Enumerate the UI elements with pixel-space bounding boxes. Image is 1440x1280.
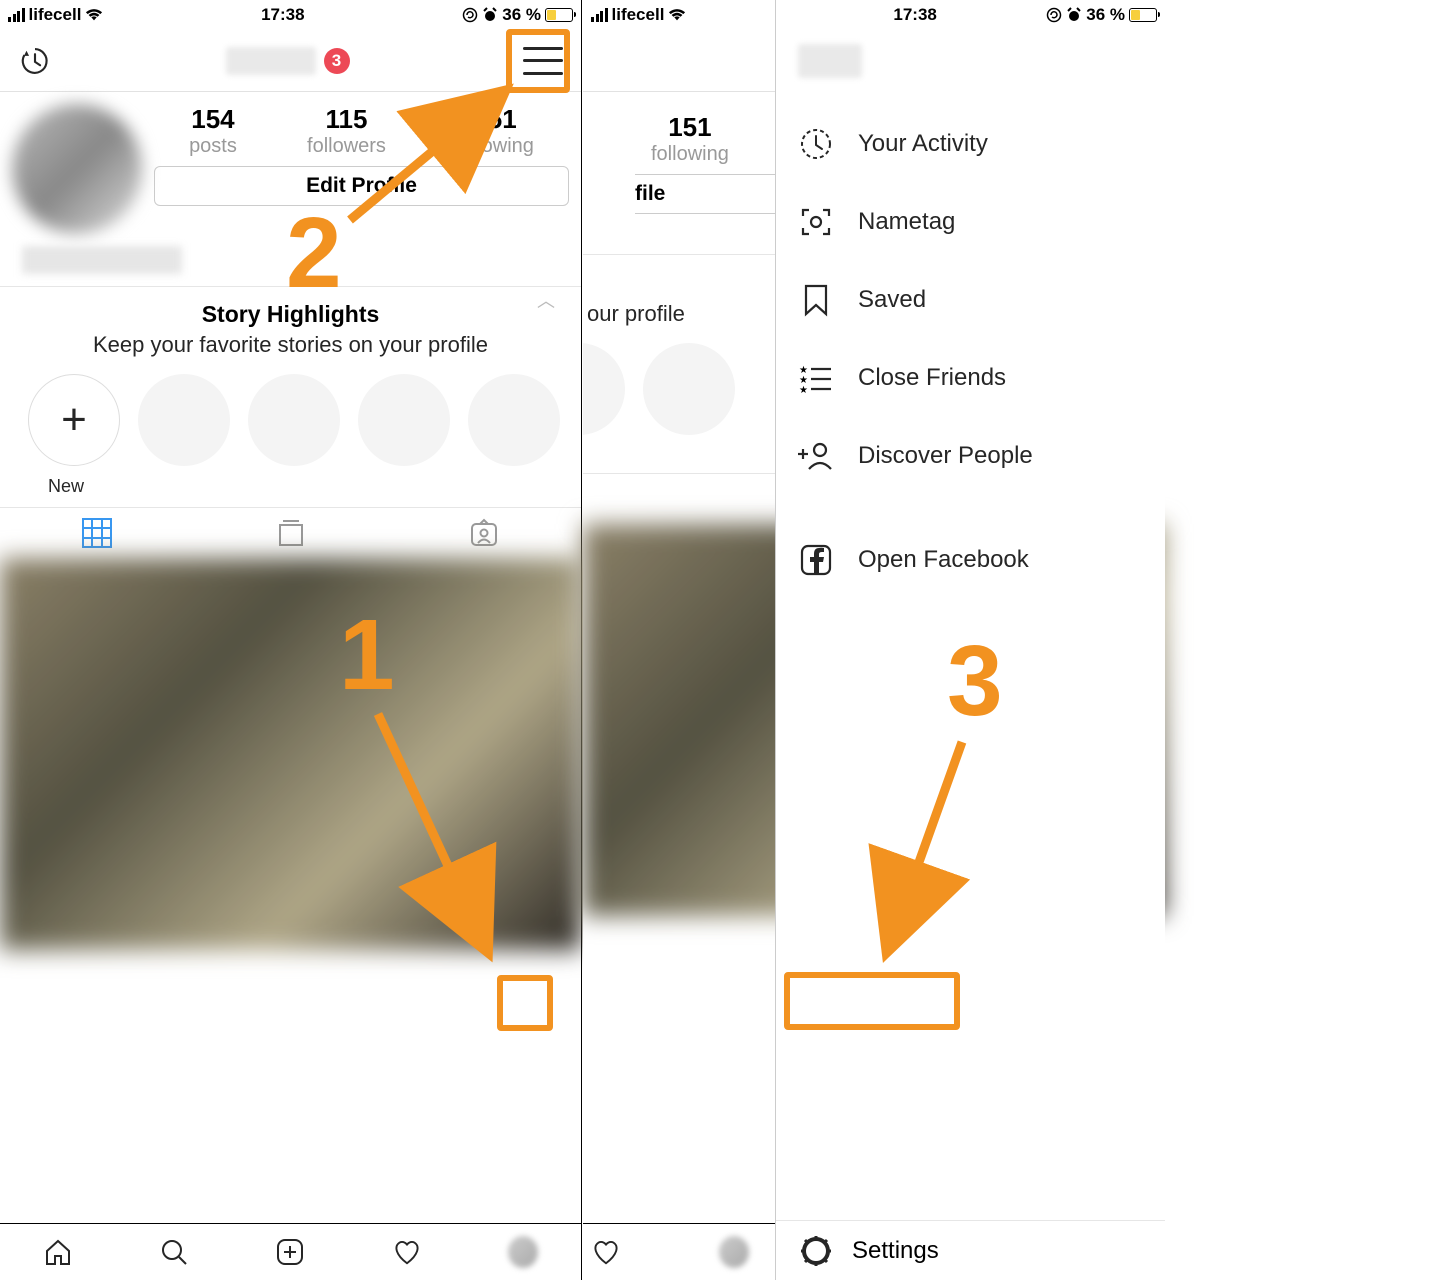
- clock-label: 17:38: [893, 5, 936, 25]
- saved-icon: [798, 282, 834, 318]
- menu-item-your-activity[interactable]: Your Activity: [798, 126, 1143, 162]
- profile-avatar[interactable]: [12, 104, 142, 234]
- carrier-label: lifecell: [29, 5, 82, 25]
- discover-people-icon: [798, 438, 834, 474]
- orientation-lock-icon: [1046, 7, 1062, 23]
- nav-home-icon[interactable]: [43, 1237, 73, 1267]
- username-redacted: [226, 47, 316, 75]
- menu-item-discover-people[interactable]: Discover People: [798, 438, 1143, 474]
- highlight-new-button[interactable]: +: [28, 374, 120, 466]
- edit-profile-button[interactable]: Edit Profile: [154, 166, 569, 206]
- alarm-icon: [482, 7, 498, 23]
- menu-item-label: Open Facebook: [858, 546, 1029, 574]
- settings-icon: [798, 1233, 834, 1269]
- menu-item-label: Nametag: [858, 208, 955, 236]
- status-bar: lifecell 17:38 36 %: [0, 0, 581, 30]
- side-menu-panel: 17:38 36 % Your Activity Nametag Saved ★…: [775, 0, 1165, 1280]
- highlight-placeholder: [138, 374, 230, 466]
- profile-header: 3: [0, 30, 581, 92]
- menu-item-saved[interactable]: Saved: [798, 282, 1143, 318]
- battery-pct-label: 36 %: [502, 5, 541, 25]
- notification-badge[interactable]: 3: [324, 48, 350, 74]
- highlight-placeholder: [248, 374, 340, 466]
- nametag-icon: [798, 204, 834, 240]
- menu-item-open-facebook[interactable]: Open Facebook: [798, 542, 1143, 578]
- orientation-lock-icon: [462, 7, 478, 23]
- chevron-up-icon[interactable]: ︿: [537, 287, 555, 313]
- battery-icon: [545, 8, 573, 22]
- highlight-placeholder: [643, 343, 735, 435]
- activity-icon: [798, 126, 834, 162]
- highlight-new-label: New: [0, 476, 581, 497]
- nav-profile-icon[interactable]: [508, 1237, 538, 1267]
- menu-item-label: Discover People: [858, 442, 1033, 470]
- highlights-title: Story Highlights: [0, 301, 581, 328]
- battery-pct-label: 36 %: [1086, 5, 1125, 25]
- photo-grid[interactable]: [0, 558, 581, 950]
- wifi-icon: [668, 8, 686, 22]
- bottom-nav: [0, 1223, 581, 1280]
- side-menu-header: [776, 30, 1165, 92]
- menu-item-nametag[interactable]: Nametag: [798, 204, 1143, 240]
- svg-text:★: ★: [799, 385, 808, 393]
- nav-activity-icon[interactable]: [591, 1237, 621, 1267]
- battery-icon: [1129, 8, 1157, 22]
- highlight-placeholder: [468, 374, 560, 466]
- highlights-row[interactable]: +: [0, 358, 581, 472]
- screen-profile: lifecell 17:38 36 % 3 154posts 115follow…: [0, 0, 582, 1280]
- stat-followers[interactable]: 115followers: [307, 104, 386, 158]
- menu-item-settings[interactable]: Settings: [776, 1220, 1165, 1280]
- archive-icon[interactable]: [18, 44, 52, 78]
- wifi-icon: [85, 8, 103, 22]
- stat-posts[interactable]: 154posts: [189, 104, 237, 158]
- highlight-placeholder: [583, 343, 625, 435]
- profile-view-tabs: [0, 507, 581, 558]
- clock-label: 17:38: [261, 5, 304, 25]
- tab-tagged[interactable]: [387, 508, 581, 558]
- username-redacted: [798, 44, 862, 78]
- alarm-icon: [1066, 7, 1082, 23]
- carrier-label: lifecell: [612, 5, 665, 25]
- menu-item-label: Your Activity: [858, 130, 988, 158]
- settings-label: Settings: [852, 1237, 939, 1265]
- nav-profile-icon[interactable]: [719, 1237, 749, 1267]
- signal-icon: [8, 8, 25, 22]
- facebook-icon: [798, 542, 834, 578]
- nav-add-icon[interactable]: [275, 1237, 305, 1267]
- menu-item-close-friends[interactable]: ★★★ Close Friends: [798, 360, 1143, 396]
- close-friends-icon: ★★★: [798, 360, 834, 396]
- menu-item-label: Saved: [858, 286, 926, 314]
- menu-icon[interactable]: [523, 47, 563, 75]
- stat-following[interactable]: 151following: [651, 112, 729, 166]
- highlights-subtitle: Keep your favorite stories on your profi…: [0, 332, 581, 358]
- nav-activity-icon[interactable]: [392, 1237, 422, 1267]
- status-bar: 17:38 36 %: [776, 0, 1165, 30]
- tab-feed[interactable]: [194, 508, 388, 558]
- signal-icon: [591, 8, 608, 22]
- tab-grid[interactable]: [0, 508, 194, 558]
- stat-following[interactable]: 151following: [456, 104, 534, 158]
- menu-item-label: Close Friends: [858, 364, 1006, 392]
- bio-redacted: [22, 246, 182, 274]
- highlight-placeholder: [358, 374, 450, 466]
- nav-search-icon[interactable]: [159, 1237, 189, 1267]
